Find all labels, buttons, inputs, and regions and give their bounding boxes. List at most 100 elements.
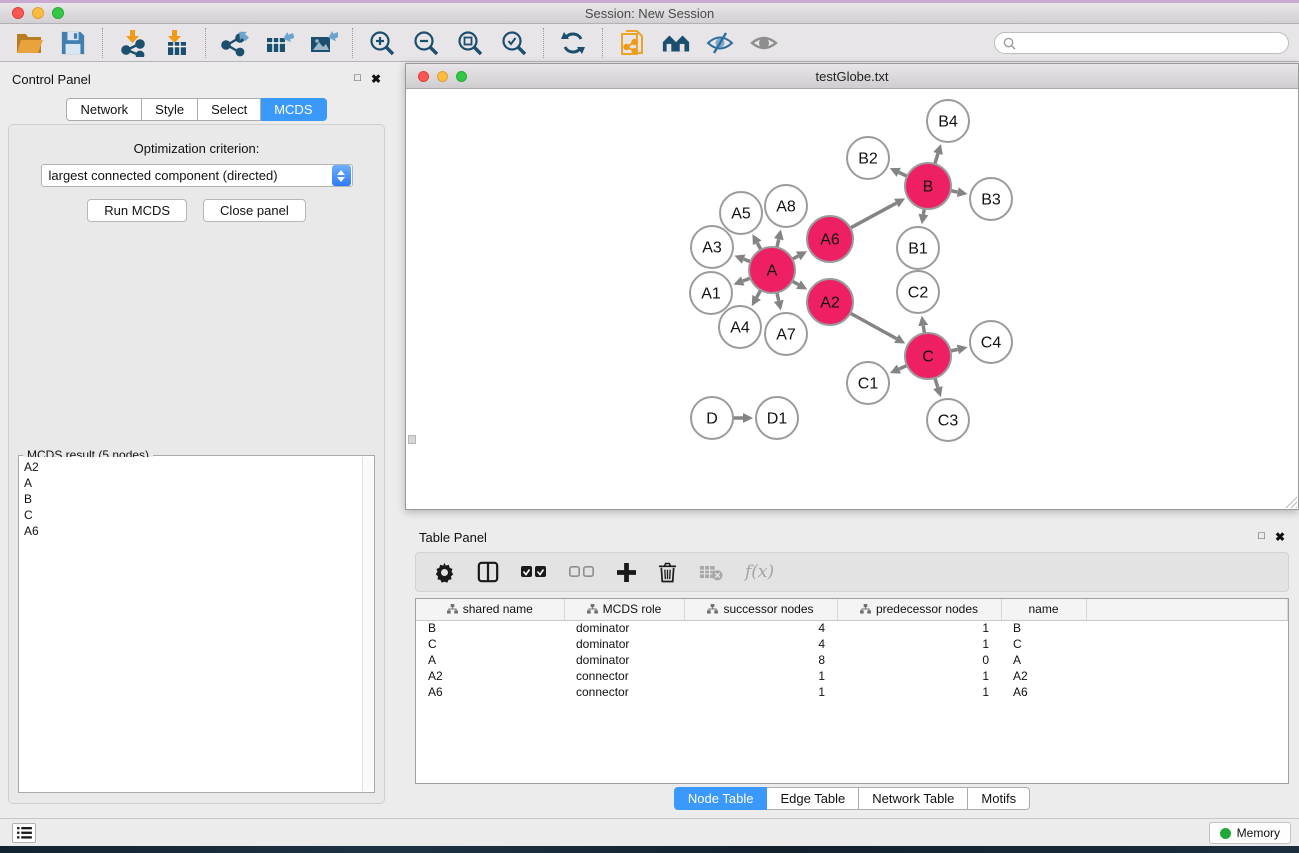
node-A3[interactable]: A3 (691, 226, 733, 268)
import-network-icon[interactable] (117, 28, 147, 58)
node-A1[interactable]: A1 (690, 272, 732, 314)
close-table-panel-icon[interactable]: ✖ (1275, 530, 1285, 544)
control-tab-network[interactable]: Network (66, 98, 142, 121)
node-A8[interactable]: A8 (765, 185, 807, 227)
zoom-selected-icon[interactable] (499, 28, 529, 58)
edge-A-A3[interactable] (744, 259, 751, 262)
mcds-result-item[interactable]: C (24, 507, 358, 523)
show-all-icon[interactable] (749, 28, 779, 58)
table-row[interactable]: Adominator80A (416, 652, 1288, 668)
column-header-MCDS-role[interactable]: MCDS role (564, 599, 684, 620)
table-cell[interactable]: A6 (1001, 684, 1086, 700)
mcds-result-item[interactable]: A6 (24, 523, 358, 539)
float-panel-icon[interactable]: □ (354, 72, 361, 86)
close-panel-icon[interactable]: ✖ (371, 72, 381, 86)
memory-button[interactable]: Memory (1209, 822, 1291, 844)
edge-B-B3[interactable] (951, 191, 958, 192)
edge-A-A2[interactable] (792, 281, 798, 284)
node-B2[interactable]: B2 (847, 137, 889, 179)
node-D1[interactable]: D1 (756, 397, 798, 439)
table-cell[interactable]: 8 (684, 652, 837, 668)
deselect-all-rows-icon[interactable] (569, 566, 595, 579)
table-settings-gear-icon[interactable] (434, 562, 455, 583)
control-tab-style[interactable]: Style (142, 98, 198, 121)
control-tab-mcds[interactable]: MCDS (261, 98, 326, 121)
table-cell[interactable]: 1 (684, 668, 837, 684)
node-B[interactable]: B (905, 163, 951, 209)
node-A6[interactable]: A6 (807, 216, 853, 262)
table-tab-network-table[interactable]: Network Table (859, 787, 968, 810)
select-all-rows-icon[interactable] (521, 566, 547, 579)
edge-A-A4[interactable] (757, 290, 761, 297)
result-scrollbar[interactable] (362, 457, 373, 791)
node-C[interactable]: C (905, 333, 951, 379)
table-cell[interactable]: A2 (416, 668, 564, 684)
search-field[interactable] (994, 32, 1289, 54)
criterion-select[interactable]: largest connected component (directed) (41, 164, 353, 187)
node-A7[interactable]: A7 (765, 313, 807, 355)
edge-A6-B[interactable] (850, 203, 896, 228)
table-cell[interactable]: dominator (564, 620, 684, 636)
table-cell[interactable]: 1 (837, 668, 1001, 684)
node-C3[interactable]: C3 (927, 399, 969, 441)
canvas-grip-handle[interactable] (408, 435, 416, 444)
edge-A-A5[interactable] (757, 243, 761, 250)
table-cell[interactable]: 0 (837, 652, 1001, 668)
close-panel-button[interactable]: Close panel (203, 199, 306, 222)
table-row[interactable]: A2connector11A2 (416, 668, 1288, 684)
table-cell[interactable]: A6 (416, 684, 564, 700)
network-canvas[interactable]: B4B2BB3A8A5A6B1A3AA1C2A2A4A7C4CC1C3DD1 (406, 89, 1298, 509)
run-mcds-button[interactable]: Run MCDS (87, 199, 187, 222)
edge-C-C3[interactable] (935, 378, 938, 388)
node-B1[interactable]: B1 (897, 227, 939, 269)
column-header-name[interactable]: name (1001, 599, 1086, 620)
table-cell[interactable]: dominator (564, 636, 684, 652)
edge-A-A6[interactable] (792, 256, 798, 259)
export-image-icon[interactable] (308, 28, 338, 58)
node-A4[interactable]: A4 (719, 306, 761, 348)
table-cell[interactable]: B (416, 620, 564, 636)
edge-A-A1[interactable] (743, 278, 751, 281)
table-cell[interactable]: 1 (837, 636, 1001, 652)
node-C1[interactable]: C1 (847, 362, 889, 404)
node-B3[interactable]: B3 (970, 178, 1012, 220)
edge-C-C1[interactable] (899, 365, 907, 369)
table-tab-node-table[interactable]: Node Table (674, 787, 768, 810)
table-row[interactable]: A6connector11A6 (416, 684, 1288, 700)
column-header-successor-nodes[interactable]: successor nodes (684, 599, 837, 620)
table-row[interactable]: Cdominator41C (416, 636, 1288, 652)
column-header-shared-name[interactable]: shared name (416, 599, 564, 620)
table-tab-edge-table[interactable]: Edge Table (767, 787, 859, 810)
table-cell[interactable]: connector (564, 668, 684, 684)
search-input[interactable] (1016, 34, 1288, 52)
edge-A2-C[interactable] (850, 313, 896, 339)
open-session-icon[interactable] (14, 28, 44, 58)
network-window-titlebar[interactable]: testGlobe.txt (406, 64, 1298, 89)
new-network-from-file-icon[interactable] (617, 28, 647, 58)
table-cell[interactable]: 1 (837, 684, 1001, 700)
table-cell[interactable]: A (416, 652, 564, 668)
table-cell[interactable]: 4 (684, 620, 837, 636)
node-B4[interactable]: B4 (927, 100, 969, 142)
show-column-panel-icon[interactable] (477, 561, 499, 583)
edge-A-A8[interactable] (777, 239, 779, 247)
node-A2[interactable]: A2 (807, 279, 853, 325)
table-cell[interactable]: connector (564, 684, 684, 700)
node-C4[interactable]: C4 (970, 321, 1012, 363)
table-cell[interactable]: A2 (1001, 668, 1086, 684)
column-header-predecessor-nodes[interactable]: predecessor nodes (837, 599, 1001, 620)
node-A[interactable]: A (749, 247, 795, 293)
table-cell[interactable]: C (416, 636, 564, 652)
edge-B-B2[interactable] (899, 172, 907, 176)
zoom-out-icon[interactable] (411, 28, 441, 58)
refresh-icon[interactable] (558, 28, 588, 58)
node-table-container[interactable]: shared nameMCDS rolesuccessor nodesprede… (415, 598, 1289, 784)
edge-C-C4[interactable] (950, 349, 957, 351)
node-C2[interactable]: C2 (897, 271, 939, 313)
first-neighbors-icon[interactable] (661, 28, 691, 58)
task-history-button[interactable] (12, 823, 36, 843)
control-tab-select[interactable]: Select (198, 98, 261, 121)
table-row[interactable]: Bdominator41B (416, 620, 1288, 636)
create-column-plus-icon[interactable] (617, 563, 636, 582)
mcds-result-item[interactable]: A2 (24, 459, 358, 475)
